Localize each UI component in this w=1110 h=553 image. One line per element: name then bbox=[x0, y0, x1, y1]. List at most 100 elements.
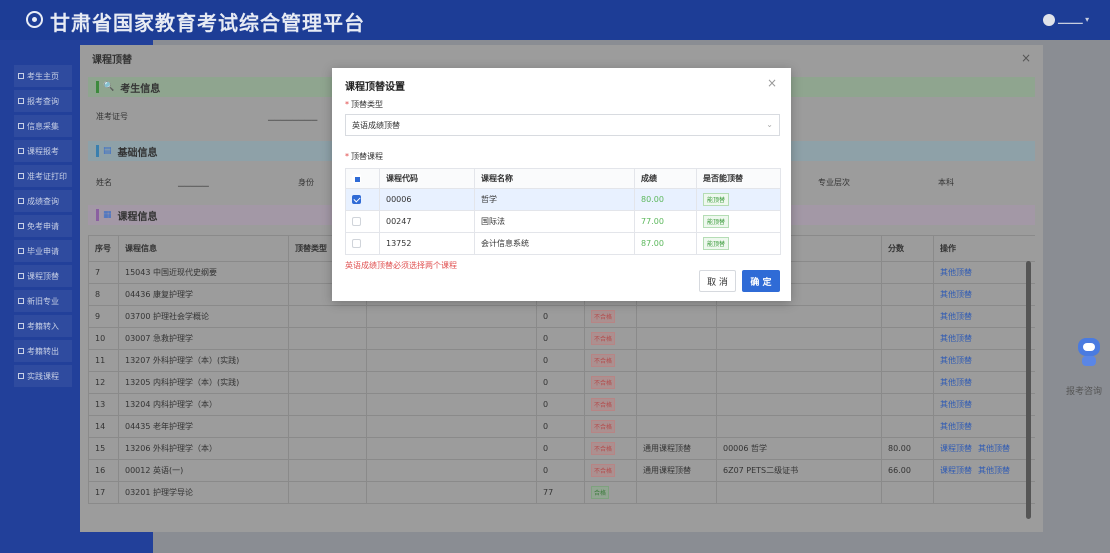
sidebar-item[interactable]: 考生主页 bbox=[14, 65, 72, 87]
sidebar-item-label: 新旧专业 bbox=[27, 296, 59, 306]
robot-assistant-icon[interactable] bbox=[1074, 338, 1104, 368]
sidebar-item[interactable]: 成绩查询 bbox=[14, 190, 72, 212]
row-checkbox[interactable] bbox=[352, 239, 361, 248]
course-info-cell: 03007 急救护理学 bbox=[118, 327, 289, 350]
row-action-link[interactable]: 其他顶替 bbox=[940, 268, 972, 277]
exam-score-cell: 0 bbox=[536, 371, 585, 394]
user-name[interactable]: ▁▁▁▁ ▾ bbox=[1058, 15, 1089, 24]
row-action-link[interactable]: 其他顶替 bbox=[978, 466, 1010, 475]
sidebar-item[interactable]: 实践课程 bbox=[14, 365, 72, 387]
row-checkbox-cell[interactable] bbox=[345, 232, 380, 255]
substitution-type-cell bbox=[636, 305, 717, 328]
level-label: 专业层次 bbox=[818, 177, 850, 187]
section-title: 基础信息 bbox=[117, 147, 158, 159]
sidebar-item[interactable]: 考籍转入 bbox=[14, 315, 72, 337]
dialog-table-row[interactable]: 00247 国际法 77.00 能顶替 bbox=[345, 210, 781, 233]
sidebar-item-label: 考籍转出 bbox=[27, 346, 59, 356]
menu-item-icon bbox=[18, 248, 24, 254]
dialog-table-header: 课程代码 课程名称 成绩 是否能顶替 bbox=[345, 168, 781, 189]
dialog-title: 课程顶替设置 bbox=[345, 82, 405, 93]
sub-type-cell bbox=[288, 371, 367, 394]
points-cell bbox=[881, 415, 934, 438]
row-action-link[interactable]: 其他顶替 bbox=[940, 334, 972, 343]
required-mark: * bbox=[345, 100, 349, 109]
row-checkbox-cell[interactable] bbox=[345, 188, 380, 211]
row-action-link[interactable]: 课程顶替 bbox=[940, 444, 972, 453]
sidebar-item[interactable]: 免考申请 bbox=[14, 215, 72, 237]
row-action-link[interactable]: 课程顶替 bbox=[940, 466, 972, 475]
can-substitute-badge: 能顶替 bbox=[703, 215, 730, 228]
row-action-link[interactable]: 其他顶替 bbox=[940, 312, 972, 321]
substitution-type-cell bbox=[636, 349, 717, 372]
row-action-link[interactable]: 其他顶替 bbox=[978, 444, 1010, 453]
status-badge: 不合格 bbox=[591, 442, 616, 455]
course-info-cell: 15043 中国近现代史纲要 bbox=[118, 261, 289, 284]
sidebar-item[interactable]: 考籍转出 bbox=[14, 340, 72, 362]
status-badge: 不合格 bbox=[591, 376, 616, 389]
select-all-checkbox[interactable] bbox=[345, 168, 380, 189]
row-action-link[interactable]: 其他顶替 bbox=[940, 356, 972, 365]
row-number-cell: 9 bbox=[88, 305, 119, 328]
exam-score-cell: 77 bbox=[536, 481, 585, 504]
cancel-button[interactable]: 取 消 bbox=[699, 270, 736, 292]
menu-item-icon bbox=[18, 298, 24, 304]
sidebar-item[interactable]: 毕业申请 bbox=[14, 240, 72, 262]
exam-score-cell: 0 bbox=[536, 327, 585, 350]
score-cell: 77.00 bbox=[634, 210, 697, 233]
modal-close-icon[interactable]: × bbox=[1021, 51, 1031, 65]
substitution-type-cell bbox=[636, 393, 717, 416]
actions-cell: 其他顶替 bbox=[933, 327, 1035, 350]
actions-cell: 课程顶替 其他顶替 bbox=[933, 459, 1035, 482]
score-cell: 80.00 bbox=[634, 188, 697, 211]
status-cell: 合格 bbox=[584, 481, 637, 504]
substitute-course-cell bbox=[716, 371, 882, 394]
substitution-type-cell bbox=[636, 481, 717, 504]
points-cell bbox=[881, 371, 934, 394]
user-avatar[interactable] bbox=[1043, 14, 1055, 26]
sidebar-item[interactable]: 课程报考 bbox=[14, 140, 72, 162]
confirm-button[interactable]: 确 定 bbox=[742, 270, 780, 292]
substitution-type-select[interactable]: 英语成绩顶替 ⌄ bbox=[345, 114, 780, 136]
sidebar-item[interactable]: 信息采集 bbox=[14, 115, 72, 137]
sidebar-item-label: 实践课程 bbox=[27, 371, 59, 381]
row-checkbox-cell[interactable] bbox=[345, 210, 380, 233]
row-number-cell: 8 bbox=[88, 283, 119, 306]
sidebar-item[interactable]: 课程顶替 bbox=[14, 265, 72, 287]
sidebar-item-label: 课程报考 bbox=[27, 146, 59, 156]
points-cell bbox=[881, 283, 934, 306]
points-cell bbox=[881, 393, 934, 416]
substitute-course-cell bbox=[716, 305, 882, 328]
search-icon: 🔍 bbox=[103, 82, 115, 92]
row-action-link[interactable]: 其他顶替 bbox=[940, 290, 972, 299]
table-scrollbar[interactable] bbox=[1026, 261, 1031, 519]
dialog-table-row[interactable]: 13752 会计信息系统 87.00 能顶替 bbox=[345, 232, 781, 255]
menu-item-icon bbox=[18, 348, 24, 354]
sidebar-item[interactable]: 准考证打印 bbox=[14, 165, 72, 187]
row-number-cell: 11 bbox=[88, 349, 119, 372]
status-cell: 不合格 bbox=[584, 437, 637, 460]
sidebar-item[interactable]: 新旧专业 bbox=[14, 290, 72, 312]
col-header: 成绩 bbox=[634, 168, 697, 189]
row-number-cell: 16 bbox=[88, 459, 119, 482]
row-action-link[interactable]: 其他顶替 bbox=[940, 400, 972, 409]
actions-cell: 其他顶替 bbox=[933, 349, 1035, 372]
points-cell bbox=[881, 305, 934, 328]
dialog-close-icon[interactable]: × bbox=[767, 76, 777, 90]
row-checkbox[interactable] bbox=[352, 195, 361, 204]
dialog-table-row[interactable]: 00006 哲学 80.00 能顶替 bbox=[345, 188, 781, 211]
row-checkbox[interactable] bbox=[352, 217, 361, 226]
course-info-cell: 03700 护理社会学概论 bbox=[118, 305, 289, 328]
points-cell bbox=[881, 349, 934, 372]
course-info-cell: 04435 老年护理学 bbox=[118, 415, 289, 438]
row-action-link[interactable]: 其他顶替 bbox=[940, 422, 972, 431]
sidebar-item[interactable]: 报考查询 bbox=[14, 90, 72, 112]
blank-cell bbox=[366, 415, 537, 438]
sub-type-cell bbox=[288, 327, 367, 350]
robot-assistant-label[interactable]: 报考咨询 bbox=[1066, 384, 1102, 397]
points-cell: 66.00 bbox=[881, 459, 934, 482]
substitute-course-cell bbox=[716, 481, 882, 504]
actions-cell: 其他顶替 bbox=[933, 371, 1035, 394]
menu-item-icon bbox=[18, 98, 24, 104]
menu-item-icon bbox=[18, 223, 24, 229]
row-action-link[interactable]: 其他顶替 bbox=[940, 378, 972, 387]
